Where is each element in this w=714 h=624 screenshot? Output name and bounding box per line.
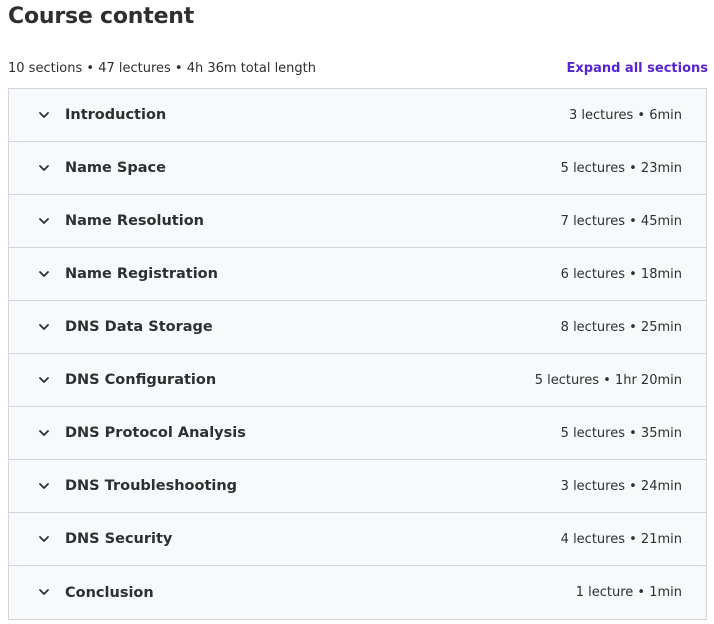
- section-title: Conclusion: [65, 584, 154, 601]
- course-summary-text: 10 sections • 47 lectures • 4h 36m total…: [8, 60, 317, 76]
- section-row-name-resolution[interactable]: Name Resolution 7 lectures • 45min: [9, 195, 706, 248]
- section-title: DNS Protocol Analysis: [65, 425, 246, 441]
- section-row-dns-protocol-analysis[interactable]: DNS Protocol Analysis 5 lectures • 35min: [9, 407, 706, 460]
- section-meta: 5 lectures • 1hr 20min: [534, 372, 682, 388]
- chevron-down-icon: [39, 589, 49, 595]
- section-meta: 7 lectures • 45min: [560, 213, 682, 229]
- section-row-introduction[interactable]: Introduction 3 lectures • 6min: [9, 89, 706, 142]
- section-title: Name Registration: [65, 266, 218, 282]
- chevron-down-icon: [39, 483, 49, 489]
- section-meta: 4 lectures • 21min: [560, 531, 682, 547]
- section-title: DNS Troubleshooting: [65, 478, 238, 494]
- section-meta: 5 lectures • 35min: [560, 425, 682, 441]
- course-sections-list: Introduction 3 lectures • 6min Name Spac…: [8, 88, 707, 620]
- section-title: Name Space: [65, 160, 166, 176]
- section-meta: 3 lectures • 6min: [568, 107, 682, 123]
- course-summary-bar: 10 sections • 47 lectures • 4h 36m total…: [8, 58, 708, 78]
- section-row-name-registration[interactable]: Name Registration 6 lectures • 18min: [9, 248, 706, 301]
- section-meta: 6 lectures • 18min: [560, 266, 682, 282]
- chevron-down-icon: [39, 112, 49, 118]
- section-title: DNS Configuration: [65, 372, 217, 388]
- chevron-down-icon: [39, 430, 49, 436]
- section-meta: 3 lectures • 24min: [560, 478, 682, 494]
- section-title: DNS Security: [65, 531, 173, 547]
- chevron-down-icon: [39, 324, 49, 330]
- section-title: Name Resolution: [65, 213, 204, 229]
- section-row-conclusion[interactable]: Conclusion 1 lecture • 1min: [9, 566, 706, 619]
- section-row-dns-configuration[interactable]: DNS Configuration 5 lectures • 1hr 20min: [9, 354, 706, 407]
- section-title: Introduction: [65, 107, 167, 123]
- section-row-dns-data-storage[interactable]: DNS Data Storage 8 lectures • 25min: [9, 301, 706, 354]
- section-title: DNS Data Storage: [65, 319, 213, 335]
- chevron-down-icon: [39, 536, 49, 542]
- chevron-down-icon: [39, 271, 49, 277]
- chevron-down-icon: [39, 165, 49, 171]
- section-row-name-space[interactable]: Name Space 5 lectures • 23min: [9, 142, 706, 195]
- chevron-down-icon: [39, 218, 49, 224]
- section-row-dns-security[interactable]: DNS Security 4 lectures • 21min: [9, 513, 706, 566]
- section-row-dns-troubleshooting[interactable]: DNS Troubleshooting 3 lectures • 24min: [9, 460, 706, 513]
- section-meta: 1 lecture • 1min: [575, 585, 682, 600]
- page-title: Course content: [8, 4, 195, 29]
- section-meta: 5 lectures • 23min: [560, 160, 682, 176]
- chevron-down-icon: [39, 377, 49, 383]
- section-meta: 8 lectures • 25min: [560, 319, 682, 335]
- expand-all-sections-button[interactable]: Expand all sections: [567, 61, 709, 76]
